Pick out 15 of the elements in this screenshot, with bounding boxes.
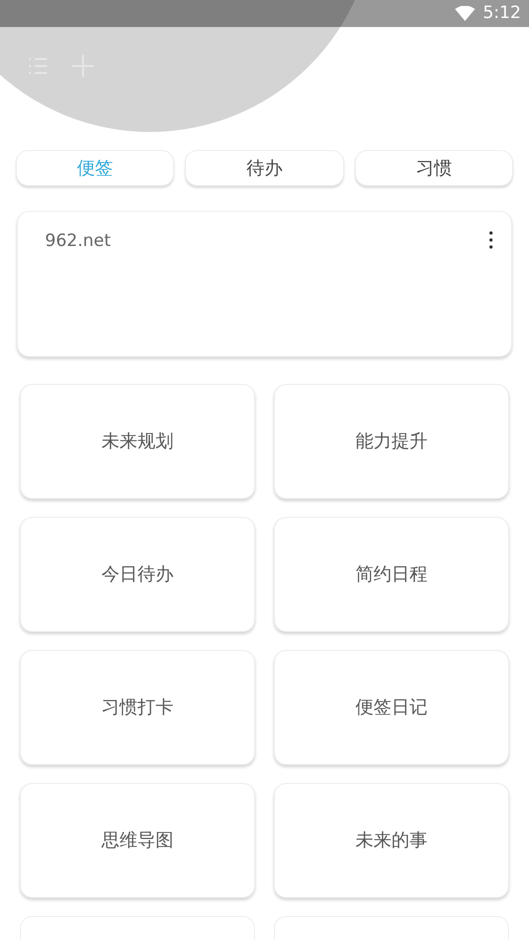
wifi-icon xyxy=(454,6,475,21)
more-icon[interactable] xyxy=(489,231,493,249)
tab[interactable]: 待办 xyxy=(185,150,344,186)
feature-tile[interactable]: 未来的事 xyxy=(274,783,509,898)
note-text: 962.net xyxy=(45,230,111,253)
feature-tile[interactable]: 便签日记 xyxy=(274,650,509,765)
feature-tile[interactable]: 简约日程 xyxy=(274,517,509,632)
feature-tile[interactable]: 思维导图 xyxy=(20,783,255,898)
note-card[interactable]: 962.net xyxy=(17,211,512,357)
feature-tile[interactable]: 未来规划 xyxy=(20,384,255,499)
feature-tile[interactable]: 今日待办 xyxy=(20,517,255,632)
feature-tile[interactable]: 能力提升 xyxy=(274,384,509,499)
tab[interactable]: 习惯 xyxy=(354,150,513,186)
status-time: 5:12 xyxy=(482,2,521,25)
feature-tile[interactable]: 习惯打卡 xyxy=(20,650,255,765)
